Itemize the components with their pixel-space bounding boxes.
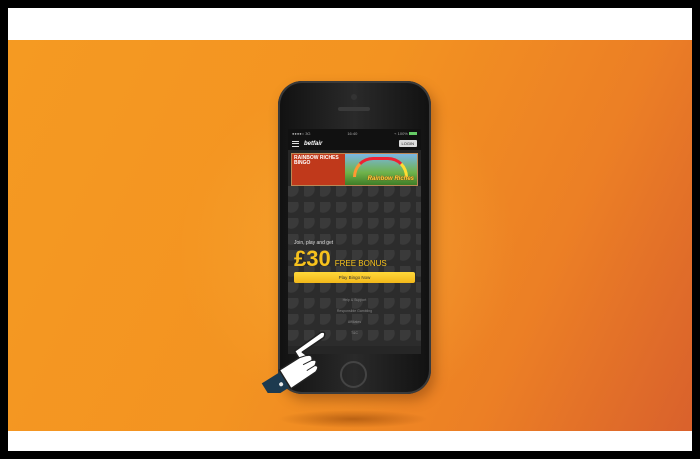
banner-game-name: Rainbow Riches — [367, 176, 414, 182]
pointing-hand-icon — [261, 331, 326, 393]
bonus-line: £30 FREE BONUS — [294, 246, 415, 271]
promo-banner[interactable]: RAINBOW RICHES BINGO Rainbow Riches — [291, 153, 418, 186]
phone-shadow — [278, 410, 428, 428]
promo-section: Join, play and get £30 FREE BONUS Play B… — [288, 186, 421, 346]
banner-artwork: Rainbow Riches — [344, 154, 417, 185]
app-header: betfair LOGIN — [288, 137, 421, 150]
banner-title: RAINBOW RICHES BINGO — [292, 154, 345, 185]
speaker-grille — [338, 107, 370, 111]
bonus-amount: £30 — [294, 246, 331, 271]
footer-link-help[interactable]: Help & Support — [294, 295, 415, 306]
login-button[interactable]: LOGIN — [398, 140, 417, 147]
bonus-label: FREE BONUS — [334, 259, 387, 268]
signal-status: ●●●●○ 3G — [292, 130, 311, 136]
status-bar: ●●●●○ 3G 16:40 ⌁ 100% — [288, 129, 421, 137]
battery-status: ⌁ 100% — [394, 131, 417, 136]
hero-background: ●●●●○ 3G 16:40 ⌁ 100% betfair LOGIN RAIN… — [8, 40, 692, 431]
battery-icon — [408, 131, 417, 135]
status-time: 16:40 — [347, 130, 358, 136]
rainbow-icon — [352, 157, 408, 177]
play-bingo-button[interactable]: Play Bingo Now — [294, 272, 415, 283]
camera-icon — [351, 94, 357, 100]
brand-logo[interactable]: betfair — [304, 141, 394, 147]
phone-screen: ●●●●○ 3G 16:40 ⌁ 100% betfair LOGIN RAIN… — [288, 129, 421, 354]
home-button-icon[interactable] — [340, 361, 367, 388]
menu-icon[interactable] — [292, 140, 299, 147]
footer-link-responsible[interactable]: Responsible Gambling — [294, 306, 415, 317]
image-frame: ●●●●○ 3G 16:40 ⌁ 100% betfair LOGIN RAIN… — [8, 8, 692, 451]
